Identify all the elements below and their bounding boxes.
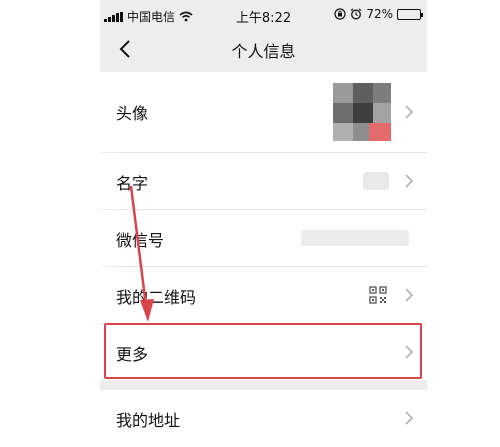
row-label-avatar: 头像 (116, 104, 149, 123)
qr-code-icon (369, 286, 387, 304)
phone-screen: 中国电信 上午8:22 72% 个人信息 头像 名字 微信号 我的二维码 更多 … (100, 0, 427, 447)
row-label-address: 我的地址 (116, 411, 181, 430)
status-right: 72% (334, 7, 423, 21)
row-wechat-id[interactable]: 微信号 (100, 210, 427, 266)
avatar (333, 83, 391, 141)
nav-bar: 个人信息 (100, 30, 427, 68)
right-margin (427, 0, 500, 447)
name-value-blurred (363, 172, 389, 190)
row-label-wechat-id: 微信号 (116, 231, 165, 250)
orientation-lock-icon (334, 8, 346, 20)
wechat-id-value-blurred (301, 230, 409, 246)
row-avatar[interactable]: 头像 (100, 72, 427, 152)
status-bar: 中国电信 上午8:22 72% (100, 0, 427, 30)
row-label-more: 更多 (116, 345, 149, 364)
left-margin (0, 0, 100, 447)
row-more[interactable]: 更多 (100, 324, 427, 380)
row-address[interactable]: 我的地址 (100, 390, 427, 447)
alarm-icon (350, 8, 362, 20)
row-label-qr-code: 我的二维码 (116, 288, 197, 307)
chevron-right-icon (405, 105, 414, 119)
chevron-right-icon (405, 345, 414, 359)
row-name[interactable]: 名字 (100, 153, 427, 209)
battery-percent: 72% (366, 7, 393, 21)
page-title: 个人信息 (231, 42, 296, 61)
chevron-right-icon (405, 411, 414, 425)
row-qr-code[interactable]: 我的二维码 (100, 267, 427, 323)
battery-icon (397, 8, 423, 20)
row-label-name: 名字 (116, 174, 149, 193)
chevron-right-icon (405, 288, 414, 302)
chevron-right-icon (405, 174, 414, 188)
